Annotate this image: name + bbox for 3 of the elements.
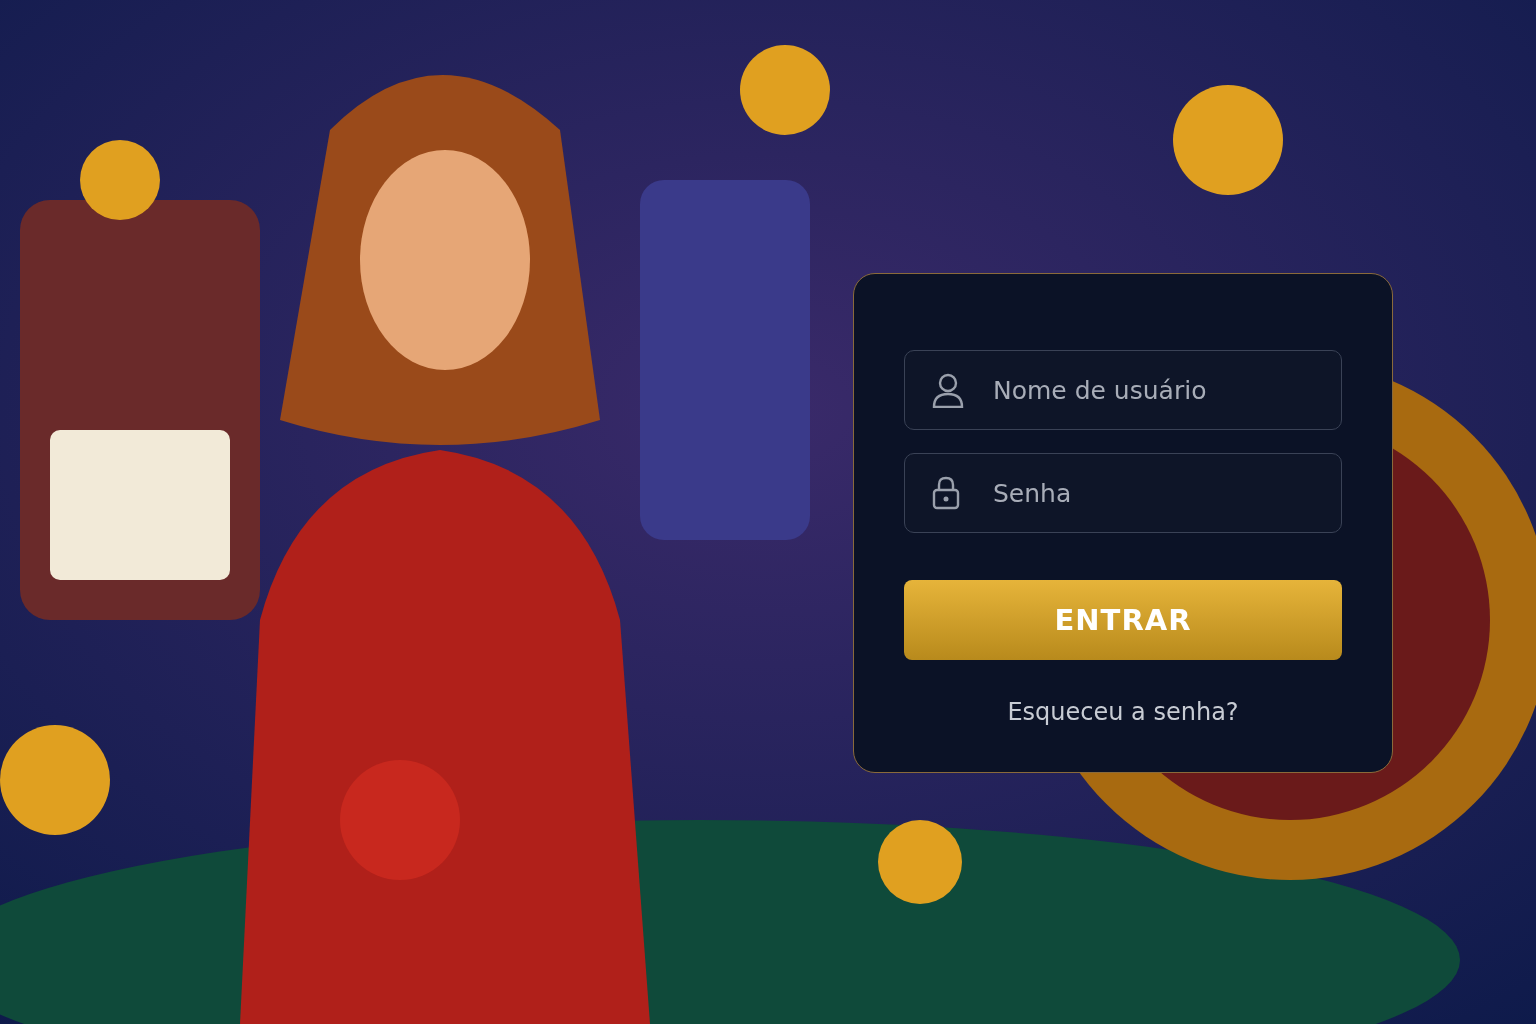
password-field[interactable]: Senha [904,453,1342,533]
forgot-password-link[interactable]: Esqueceu a senha? [1007,698,1239,726]
username-field[interactable]: Nome de usuário [904,350,1342,430]
